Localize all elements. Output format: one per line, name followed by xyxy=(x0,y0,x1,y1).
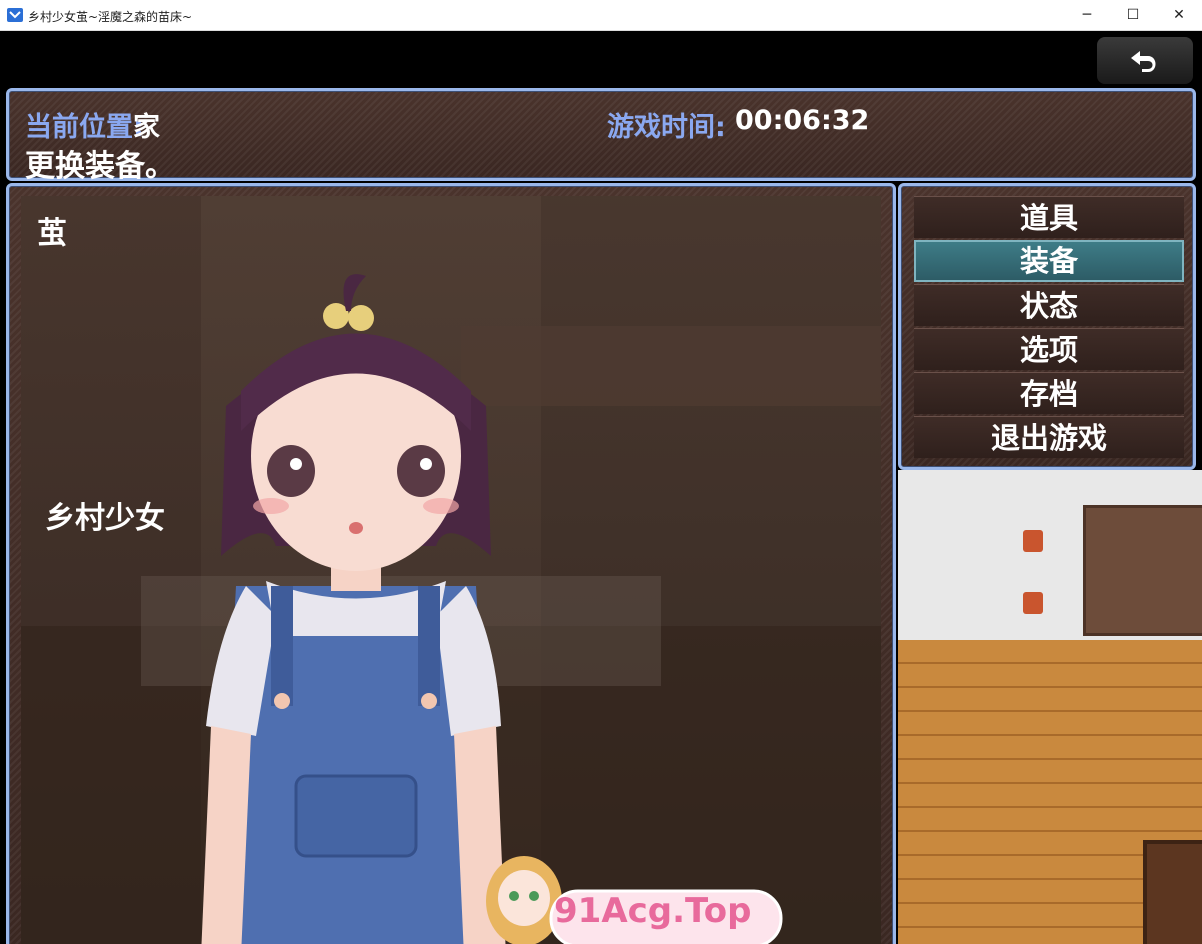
maximize-button[interactable]: ☐ xyxy=(1110,0,1156,30)
time-label: 游戏时间: xyxy=(607,112,726,143)
app-icon xyxy=(7,8,23,22)
watermark-text: 91Acg.Top xyxy=(554,891,752,931)
minimize-button[interactable]: ─ xyxy=(1064,0,1110,30)
menu-item-save[interactable]: 存档 xyxy=(914,372,1184,414)
scene-item xyxy=(1023,530,1043,552)
close-button[interactable]: ✕ xyxy=(1156,0,1202,30)
backdrop-shelf xyxy=(461,326,881,406)
game-screen: 当前位置: 家 游戏时间: 00:06:32 更换装备。 茧 乡村少女 91Ac… xyxy=(0,31,1202,944)
location-label: 当前位置: xyxy=(25,112,144,143)
scene-furniture xyxy=(1083,505,1202,636)
character-backdrop xyxy=(21,196,881,944)
background-scene xyxy=(898,470,1202,944)
close-icon: ✕ xyxy=(1173,7,1185,23)
window-title: 乡村少女茧~淫魔之森的苗床~ xyxy=(28,10,193,24)
menu-item-items[interactable]: 道具 xyxy=(914,196,1184,238)
window-titlebar: 乡村少女茧~淫魔之森的苗床~ ─ ☐ ✕ xyxy=(0,0,1202,31)
menu-item-options[interactable]: 选项 xyxy=(914,328,1184,370)
maximize-icon: ☐ xyxy=(1126,7,1140,23)
character-panel: 茧 乡村少女 91Acg.Top xyxy=(6,183,896,944)
character-title: 乡村少女 xyxy=(45,501,165,536)
menu-item-equip[interactable]: 装备 xyxy=(914,240,1184,282)
help-text: 更换装备。 xyxy=(25,149,175,184)
minimize-icon: ─ xyxy=(1082,7,1092,23)
back-button[interactable] xyxy=(1097,37,1193,84)
scene-door xyxy=(1143,840,1202,944)
return-arrow-icon xyxy=(1131,50,1156,72)
menu-item-status[interactable]: 状态 xyxy=(914,284,1184,326)
time-value: 00:06:32 xyxy=(735,105,870,136)
status-panel: 当前位置: 家 游戏时间: 00:06:32 更换装备。 xyxy=(6,88,1196,184)
location-value: 家 xyxy=(133,112,160,143)
character-name: 茧 xyxy=(37,216,67,251)
command-menu: 道具 装备 状态 选项 存档 退出游戏 xyxy=(898,183,1196,470)
scene-item xyxy=(1023,592,1043,614)
menu-item-quit[interactable]: 退出游戏 xyxy=(914,416,1184,458)
character-portrait xyxy=(201,274,506,944)
